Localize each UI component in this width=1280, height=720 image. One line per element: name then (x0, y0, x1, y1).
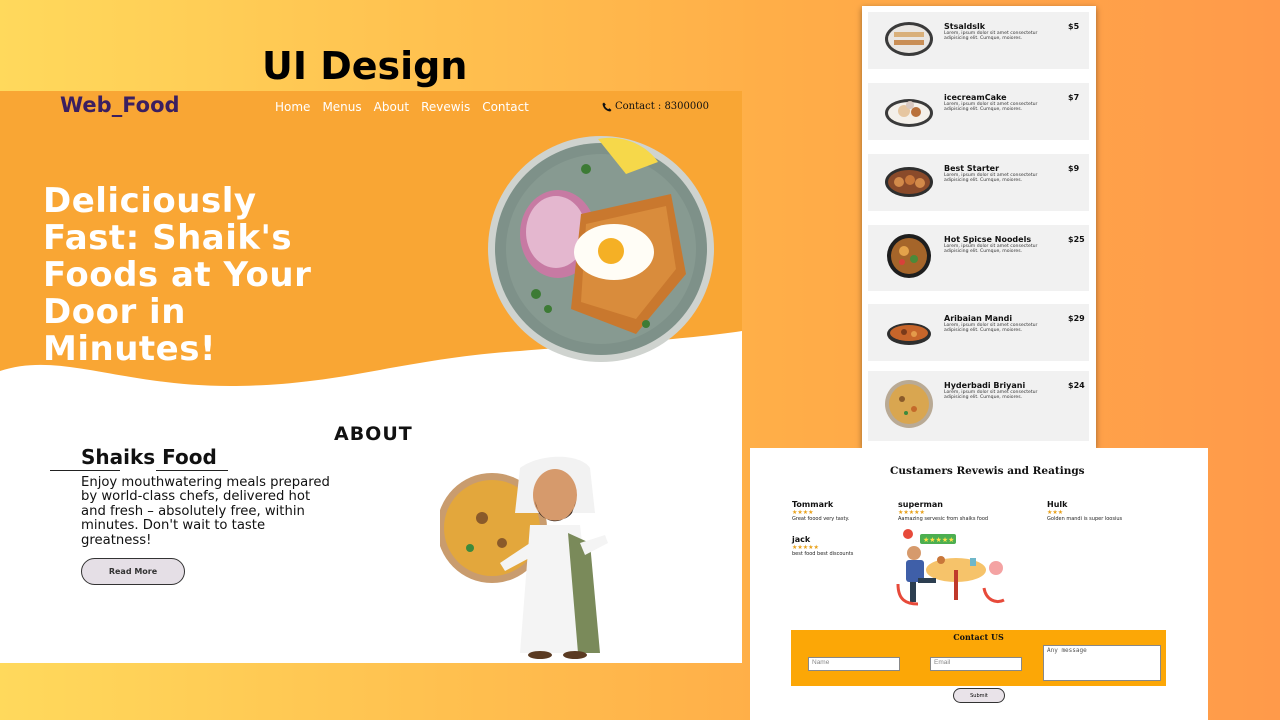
menu-item-desc: Lorem, ipsum dolor sit amet consectetur … (944, 31, 1038, 42)
phone-icon (602, 102, 612, 111)
star-rating: ★★★ (1047, 509, 1064, 516)
menu-item-desc: Lorem, ipsum dolor sit amet consectetur … (944, 173, 1038, 184)
menu-item-price: $7 (1068, 93, 1080, 102)
contact-form: Contact US Name Email Any message (791, 630, 1166, 686)
review-card: superman ★★★★★ Aamazing servesic from sh… (898, 500, 988, 522)
menu-item-name: Aribaian Mandi (944, 314, 1013, 323)
menu-item-name: Hyderbadi Briyani (944, 381, 1026, 390)
review-text: Great foood very tasty. (792, 516, 850, 522)
main-nav: Home Menus About Revewis Contact (275, 100, 529, 114)
menu-item-card[interactable]: Hyderbadi Briyani Lorem, ipsum dolor sit… (868, 371, 1089, 441)
divider-left (50, 470, 120, 471)
hero-food-plate-image (488, 136, 714, 362)
about-text: Enjoy mouthwatering meals prepared by wo… (81, 475, 330, 548)
menu-item-price: $24 (1068, 381, 1085, 390)
menu-item-card[interactable]: Best Starter Lorem, ipsum dolor sit amet… (868, 154, 1089, 211)
menu-item-card[interactable]: Aribaian Mandi Lorem, ipsum dolor sit am… (868, 304, 1089, 361)
hero-heading: Deliciously Fast: Shaik's Foods at Your … (43, 181, 312, 369)
menu-item-price: $25 (1068, 235, 1085, 244)
review-text: Golden mandi is super loosius (1047, 516, 1123, 522)
menu-item-price: $5 (1068, 22, 1080, 31)
menu-item-desc: Lorem, ipsum dolor sit amet consectetur … (944, 323, 1038, 334)
chef-with-biryani-image (440, 456, 608, 659)
menu-item-price: $29 (1068, 314, 1085, 323)
reviewer-name: Tommark (792, 500, 834, 509)
diner-illustration: ★★★★★ (896, 529, 1005, 606)
menu-item-price: $9 (1068, 164, 1080, 173)
menu-item-name: icecreamCake (944, 93, 1007, 102)
review-card: Tommark ★★★★ Great foood very tasty. (792, 500, 849, 522)
star-rating: ★★★★ (792, 509, 814, 516)
nav-menus[interactable]: Menus (322, 100, 361, 114)
menu-item-desc: Lorem, ipsum dolor sit amet consectetur … (944, 390, 1038, 401)
dish-image (885, 22, 933, 56)
reviewer-name: Hulk (1047, 500, 1068, 509)
submit-button[interactable]: Submit (953, 688, 1005, 703)
menu-item-name: Stsaldslk (944, 22, 986, 31)
reviewer-name: superman (898, 500, 943, 509)
dish-image (887, 323, 931, 345)
about-title: ABOUT (334, 423, 413, 445)
review-card: jack ★★★★★ best food best discounts (792, 535, 853, 557)
contact-phone[interactable]: Contact : 8300000 (602, 101, 709, 112)
page-title: UI Design (262, 44, 468, 88)
dish-image (887, 234, 931, 278)
nav-home[interactable]: Home (275, 100, 310, 114)
star-rating: ★★★★★ (792, 544, 819, 551)
menu-item-card[interactable]: Stsaldslk Lorem, ipsum dolor sit amet co… (868, 12, 1089, 69)
dish-image (885, 99, 933, 127)
contact-form-title: Contact US (953, 632, 1004, 642)
nav-contact[interactable]: Contact (482, 100, 529, 114)
menu-item-desc: Lorem, ipsum dolor sit amet consectetur … (944, 244, 1038, 255)
menu-item-card[interactable]: icecreamCake Lorem, ipsum dolor sit amet… (868, 83, 1089, 140)
contact-phone-label: Contact : 8300000 (615, 101, 709, 112)
nav-about[interactable]: About (374, 100, 409, 114)
read-more-button[interactable]: Read More (81, 558, 185, 585)
svg-text:★★★★★: ★★★★★ (923, 536, 954, 544)
about-name: Shaiks Food (81, 445, 217, 469)
review-text: Aamazing servesic from shaiks food (898, 516, 989, 522)
menu-item-name: Best Starter (944, 164, 1000, 173)
dish-image (885, 167, 933, 197)
review-text: best food best discounts (792, 551, 854, 557)
email-input[interactable]: Email (930, 657, 1022, 671)
reviewer-name: jack (792, 535, 811, 544)
nav-reviews[interactable]: Revewis (421, 100, 470, 114)
dish-image (885, 380, 933, 428)
name-input[interactable]: Name (808, 657, 900, 671)
menu-list-mockup: Stsaldslk Lorem, ipsum dolor sit amet co… (862, 6, 1096, 448)
divider-right (156, 470, 228, 471)
menu-item-name: Hot Spicse Noodels (944, 235, 1032, 244)
menu-item-card[interactable]: Hot Spicse Noodels Lorem, ipsum dolor si… (868, 225, 1089, 291)
reviews-contact-mockup: Custamers Revewis and Reatings Tommark ★… (750, 448, 1208, 720)
message-textarea[interactable]: Any message (1043, 645, 1161, 681)
reviews-title: Custamers Revewis and Reatings (890, 465, 1085, 477)
star-rating: ★★★★★ (898, 509, 925, 516)
site-logo[interactable]: Web_Food (60, 93, 180, 117)
review-card: Hulk ★★★ Golden mandi is super loosius (1047, 500, 1122, 522)
menu-item-desc: Lorem, ipsum dolor sit amet consectetur … (944, 102, 1038, 113)
landing-page-mockup: Web_Food Home Menus About Revewis Contac… (0, 91, 742, 663)
